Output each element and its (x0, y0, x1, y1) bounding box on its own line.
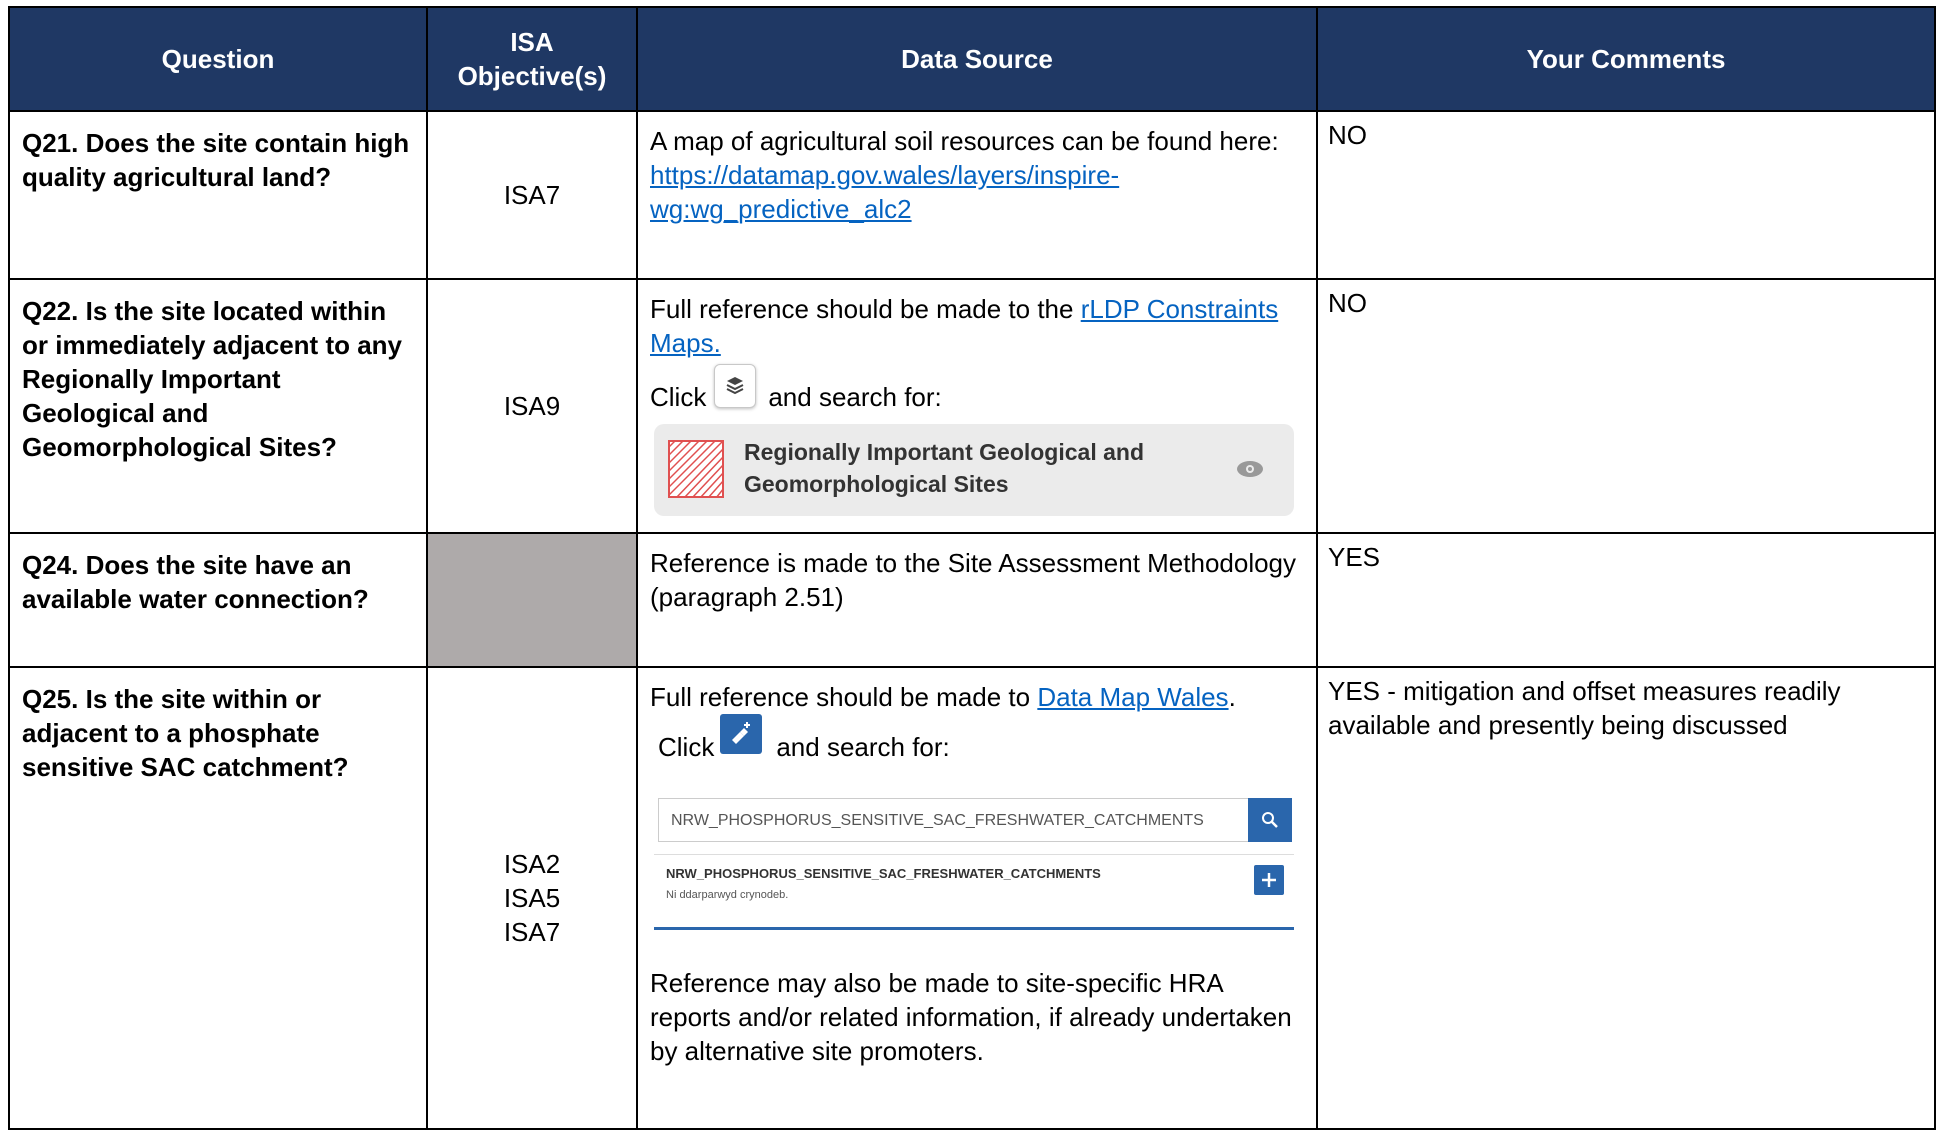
result-subtitle: Ni ddarparwyd crynodeb. (666, 889, 789, 901)
comment-cell[interactable]: NO (1316, 278, 1936, 534)
table-row: Q22. Is the site located within or immed… (8, 278, 1936, 534)
question-cell: Q24. Does the site have an available wat… (8, 532, 428, 668)
hatch-swatch-icon (668, 440, 724, 498)
table-row: Q21. Does the site contain high quality … (8, 110, 1936, 280)
search-icon (1262, 812, 1278, 828)
isa-cell-empty (426, 532, 638, 668)
layers-icon (726, 377, 744, 395)
layer-card[interactable]: Regionally Important Geological and Geom… (654, 424, 1294, 516)
question-cell: Q25. Is the site within or adjacent to a… (8, 666, 428, 1130)
source-cell: A map of agricultural soil resources can… (636, 110, 1318, 280)
data-map-wales-link[interactable]: Data Map Wales (1037, 682, 1228, 712)
header-question: Question (8, 6, 428, 112)
header-row: Question ISA Objective(s) Data Source Yo… (8, 6, 1936, 112)
header-isa: ISA Objective(s) (426, 6, 638, 112)
layers-button[interactable] (714, 364, 757, 408)
source-text: Full reference should be made to (650, 682, 1038, 712)
search-label: and search for: (768, 382, 942, 412)
table-row: Q25. Is the site within or adjacent to a… (8, 666, 1936, 1130)
source-cell: Full reference should be made to Data Ma… (636, 666, 1318, 1130)
source-text-end: . (1228, 682, 1236, 712)
plus-icon (1262, 873, 1276, 887)
header-comments: Your Comments (1316, 6, 1936, 112)
comment-cell[interactable]: NO (1316, 110, 1936, 280)
result-add-button[interactable] (1254, 865, 1284, 895)
source-text: A map of agricultural soil resources can… (650, 126, 1279, 156)
click-instruction: Click and search for: (658, 714, 1310, 764)
click-label: Click (658, 732, 715, 762)
question-cell: Q22. Is the site located within or immed… (8, 278, 428, 534)
source-text-2: Reference may also be made to site-speci… (650, 968, 1292, 1066)
add-layer-icon (732, 722, 751, 744)
search-input[interactable]: NRW_PHOSPHORUS_SENSITIVE_SAC_FRESHWATER_… (658, 798, 1248, 842)
result-title: NRW_PHOSPHORUS_SENSITIVE_SAC_FRESHWATER_… (666, 866, 1101, 881)
question-cell: Q21. Does the site contain high quality … (8, 110, 428, 280)
layer-name: Regionally Important Geological and Geom… (744, 439, 1144, 497)
click-instruction: Click and search for: (650, 364, 1310, 414)
search-bar: NRW_PHOSPHORUS_SENSITIVE_SAC_FRESHWATER_… (658, 798, 1310, 842)
source-cell: Reference is made to the Site Assessment… (636, 532, 1318, 668)
search-button[interactable] (1248, 798, 1292, 842)
comment-cell[interactable]: YES (1316, 532, 1936, 668)
header-source: Data Source (636, 6, 1318, 112)
add-layer-button[interactable] (720, 714, 763, 754)
source-text: Full reference should be made to the (650, 294, 1081, 324)
isa-line: ISA5 (503, 883, 561, 913)
search-result-item[interactable]: NRW_PHOSPHORUS_SENSITIVE_SAC_FRESHWATER_… (654, 854, 1294, 930)
eye-icon[interactable] (1236, 459, 1264, 479)
comment-cell[interactable]: YES - mitigation and offset measures rea… (1316, 666, 1936, 1130)
table-row: Q24. Does the site have an available wat… (8, 532, 1936, 668)
isa-cell: ISA7 (426, 110, 638, 280)
search-label: and search for: (776, 732, 950, 762)
isa-cell: ISA9 (426, 278, 638, 534)
click-label: Click (650, 382, 707, 412)
agri-soil-map-link[interactable]: https://datamap.gov.wales/layers/inspire… (650, 160, 1119, 224)
site-assessment-table: Question ISA Objective(s) Data Source Yo… (8, 6, 1936, 1130)
source-cell: Full reference should be made to the rLD… (636, 278, 1318, 534)
isa-cell: ISA2 ISA5 ISA7 (426, 666, 638, 1130)
isa-line: ISA2 (503, 849, 561, 879)
isa-line: ISA7 (503, 917, 561, 947)
